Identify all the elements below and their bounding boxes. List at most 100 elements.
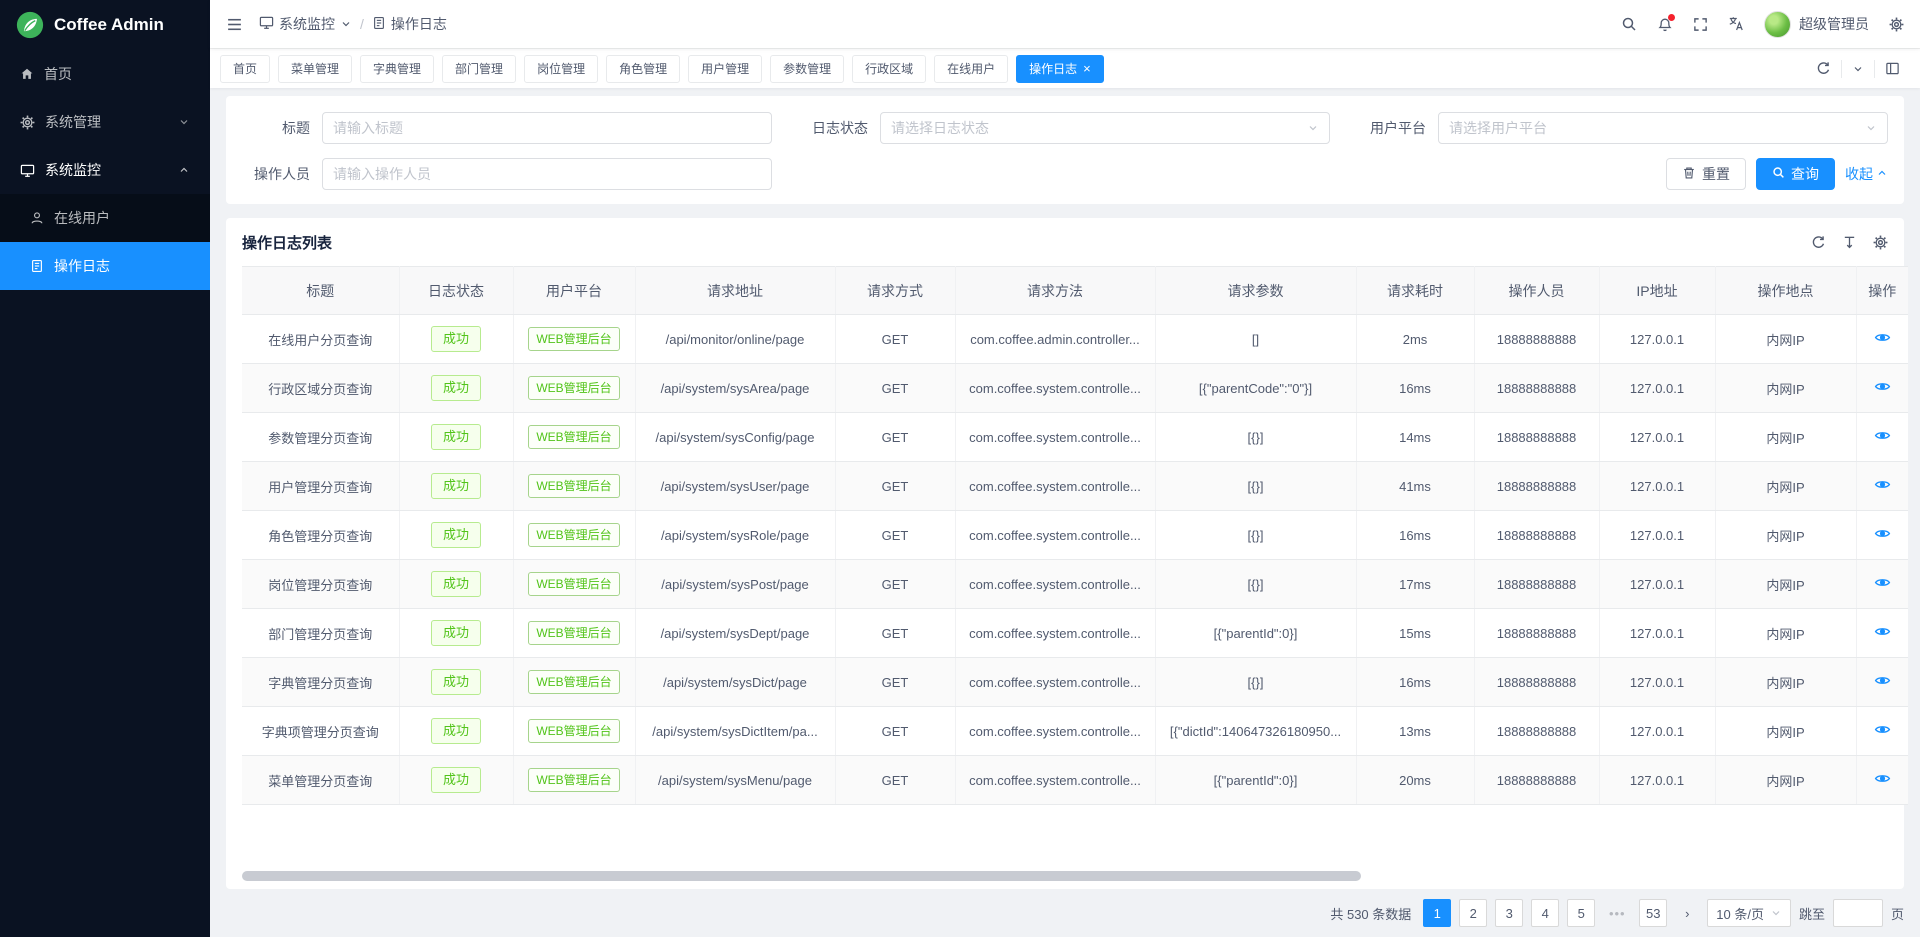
sidebar-item-home[interactable]: 首页 [0,50,210,98]
tab[interactable]: 在线用户 [934,55,1008,83]
row-height-icon[interactable] [1842,235,1857,250]
log-icon [372,16,386,33]
next-page-button[interactable]: › [1675,899,1699,927]
sidebar-item-label: 系统监控 [45,160,101,180]
cell-handler: com.coffee.system.controlle... [955,413,1155,462]
cell-ip: 127.0.0.1 [1599,364,1715,413]
view-detail-eye-icon[interactable] [1874,525,1891,542]
close-icon[interactable]: × [1083,62,1091,75]
fullscreen-icon[interactable] [1693,17,1708,32]
cell-params: [{"dictId":140647326180950... [1155,707,1356,756]
view-detail-eye-icon[interactable] [1874,623,1891,640]
page-button[interactable]: 3 [1495,899,1523,927]
operator-input[interactable] [322,158,772,190]
chevron-down-icon [1865,122,1877,134]
title-input[interactable] [322,112,772,144]
leaf-icon [16,11,44,39]
filter-platform-field: 用户平台 请选择用户平台 [1358,112,1888,144]
cell-duration: 20ms [1356,756,1474,805]
scrollbar-thumb[interactable] [242,871,1361,881]
notification-bell-icon[interactable] [1657,16,1673,32]
tab[interactable]: 岗位管理 [524,55,598,83]
settings-gear-icon[interactable] [1889,17,1904,32]
platform-badge: WEB管理后台 [528,523,619,547]
view-detail-eye-icon[interactable] [1874,672,1891,689]
cell-handler: com.coffee.system.controlle... [955,364,1155,413]
translate-icon[interactable] [1728,16,1744,32]
page-button[interactable]: 1 [1423,899,1451,927]
breadcrumb: 系统监控/操作日志 [259,14,447,34]
chevron-down-icon [178,116,190,128]
page-button[interactable]: 5 [1567,899,1595,927]
tab-label: 参数管理 [783,60,831,77]
search-button[interactable]: 查询 [1756,158,1835,190]
jump-page-input[interactable] [1833,899,1883,927]
user-menu[interactable]: 超级管理员 [1764,11,1869,38]
refresh-tab-icon[interactable] [1806,55,1841,83]
cell-method: GET [835,413,955,462]
platform-select[interactable]: 请选择用户平台 [1438,112,1888,144]
page-button[interactable]: 4 [1531,899,1559,927]
status-select[interactable]: 请选择日志状态 [880,112,1330,144]
cell-platform: WEB管理后台 [513,707,635,756]
sidebar-item-online-users[interactable]: 在线用户 [0,194,210,242]
view-detail-eye-icon[interactable] [1874,378,1891,395]
view-detail-eye-icon[interactable] [1874,476,1891,493]
collapse-filters-link[interactable]: 收起 [1845,164,1888,184]
tab[interactable]: 行政区域 [852,55,926,83]
page-button[interactable]: 53 [1639,899,1667,927]
cell-duration: 16ms [1356,364,1474,413]
view-detail-eye-icon[interactable] [1874,329,1891,346]
cell-ip: 127.0.0.1 [1599,462,1715,511]
tab-options-chevron-down-icon[interactable] [1842,55,1874,83]
page-size-select[interactable]: 10 条/页 [1707,899,1791,927]
platform-badge: WEB管理后台 [528,572,619,596]
column-settings-gear-icon[interactable] [1873,235,1888,250]
tab[interactable]: 首页 [220,55,270,83]
cell-url: /api/monitor/online/page [635,315,835,364]
sidebar-item-operation-log[interactable]: 操作日志 [0,242,210,290]
cell-title: 岗位管理分页查询 [242,560,399,609]
filter-status-field: 日志状态 请选择日志状态 [800,112,1330,144]
page-button[interactable]: 2 [1459,899,1487,927]
tabbar-tools [1806,55,1910,83]
cell-platform: WEB管理后台 [513,511,635,560]
tab[interactable]: 角色管理 [606,55,680,83]
horizontal-scrollbar[interactable] [242,871,1888,881]
view-detail-eye-icon[interactable] [1874,721,1891,738]
tab[interactable]: 用户管理 [688,55,762,83]
column-header: 请求地址 [635,267,835,315]
tab[interactable]: 菜单管理 [278,55,352,83]
sidebar-collapse-icon[interactable] [226,16,243,33]
platform-badge: WEB管理后台 [528,376,619,400]
cell-location: 内网IP [1715,560,1856,609]
layout-panel-icon[interactable] [1875,55,1910,83]
search-button-label: 查询 [1791,164,1819,184]
breadcrumb-item[interactable]: 操作日志 [372,14,447,34]
cell-method: GET [835,658,955,707]
tab[interactable]: 部门管理 [442,55,516,83]
tab[interactable]: 字典管理 [360,55,434,83]
tab[interactable]: 操作日志× [1016,55,1104,83]
tab[interactable]: 参数管理 [770,55,844,83]
view-detail-eye-icon[interactable] [1874,770,1891,787]
breadcrumb-item[interactable]: 系统监控 [259,14,352,34]
reset-button[interactable]: 重置 [1666,158,1746,190]
topbar-actions: 超级管理员 [1621,11,1904,38]
cell-location: 内网IP [1715,413,1856,462]
cell-ip: 127.0.0.1 [1599,609,1715,658]
column-header: 操作地点 [1715,267,1856,315]
view-detail-eye-icon[interactable] [1874,427,1891,444]
home-icon [20,67,34,81]
monitor-icon [20,163,35,178]
search-icon[interactable] [1621,16,1637,32]
app-logo[interactable]: Coffee Admin [0,0,210,50]
platform-badge: WEB管理后台 [528,327,619,351]
sidebar-item-system-management[interactable]: 系统管理 [0,98,210,146]
avatar [1764,11,1791,38]
breadcrumb-label: 操作日志 [391,14,447,34]
page-ellipsis[interactable]: ••• [1603,899,1631,927]
sidebar-item-system-monitor[interactable]: 系统监控 [0,146,210,194]
view-detail-eye-icon[interactable] [1874,574,1891,591]
refresh-table-icon[interactable] [1811,235,1826,250]
